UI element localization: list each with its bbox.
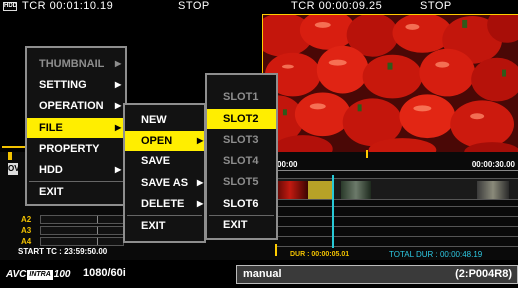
submenu-arrow-icon: ▶ [197,136,204,145]
menu-item-label: SLOT3 [223,134,259,146]
menu-item-file[interactable]: FILE ▶ [27,118,125,138]
menu-item-exit[interactable]: EXIT [207,215,276,235]
menu-item-new[interactable]: NEW [125,110,204,130]
right-timecode: TCR 00:00:09.25 [291,0,383,12]
menu-item-slot6[interactable]: SLOT6 [207,194,276,214]
menu-item-label: SAVE AS [141,177,189,189]
menu-item-setting[interactable]: SETTING ▶ [27,75,125,95]
audio-track[interactable] [40,215,124,224]
menu-item-label: SLOT2 [223,113,259,125]
menu-item-slot3[interactable]: SLOT3 [207,130,276,150]
clip-id: (2:P004R8) [455,268,512,280]
audio-track[interactable] [40,226,124,235]
menu-item-label: FILE [39,122,63,134]
track-divider [275,236,518,237]
menu-item-label: NEW [141,114,167,126]
timeline-clip-selected[interactable] [308,181,332,199]
menu-item-label: THUMBNAIL [39,58,105,70]
logo-num: 100 [53,269,71,280]
menu-item-label: OPEN [141,135,173,147]
submenu-arrow-icon: ▶ [197,199,204,208]
submenu-arrow-icon: ▶ [197,178,204,187]
timeline-ruler: 00:00 00:00:30.00 [275,158,518,171]
playhead-line[interactable] [332,175,334,248]
audio-track-label: A4 [21,237,32,246]
video-track[interactable] [275,178,518,200]
logo-intra: INTRA [27,269,53,280]
menu-item-hdd[interactable]: HDD ▶ [27,160,125,180]
menu-item-label: EXIT [223,219,248,231]
submenu-arrow-icon: ▶ [115,59,122,68]
audio-track[interactable] [40,237,124,246]
menu-item-thumbnail[interactable]: THUMBNAIL ▶ [27,54,125,74]
video-preview [262,14,518,156]
ruler-start-label: 00:00 [277,160,298,169]
menu-item-label: EXIT [39,186,64,198]
audio-track-label: A3 [21,226,32,235]
menu-item-label: SLOT4 [223,155,259,167]
in-point-line [275,244,277,256]
total-duration: TOTAL DUR : 00:00:48.19 [389,250,483,259]
menu-item-label: HDD [39,164,63,176]
menu-item-exit[interactable]: EXIT [27,182,125,202]
video-format: 1080/60i [83,267,126,279]
timeline-position-marker [366,150,368,158]
menu-item-label: SLOT1 [223,91,259,103]
top-status-bar: HDD TCR 00:01:10.19 STOP TCR 00:00:09.25… [0,0,518,13]
menu-item-delete[interactable]: DELETE ▶ [125,194,204,214]
menu-item-slot5[interactable]: SLOT5 [207,172,276,192]
right-status: STOP [420,0,452,12]
mode-label: manual [243,268,282,280]
menu-item-slot2[interactable]: SLOT2 [207,109,276,129]
timeline-clip[interactable] [341,181,371,199]
submenu-arrow-icon: ▶ [115,123,122,132]
submenu-arrow-icon: ▶ [115,80,122,89]
logo-avc: AVC [6,269,27,280]
menu-item-label: DELETE [141,198,185,210]
track-divider [275,226,518,227]
left-status: STOP [178,0,210,12]
left-timecode: TCR 00:01:10.19 [22,0,114,12]
avc-intra-logo: AVC INTRA 100 [6,267,94,282]
clip-duration: DUR : 00:00:05.01 [290,251,350,258]
file-submenu: NEW OPEN ▶ SAVE SAVE AS ▶ DELETE ▶ EXIT [123,103,206,243]
slot-submenu: SLOT1 SLOT2 SLOT3 SLOT4 SLOT5 SLOT6 EXIT [205,73,278,240]
ruler-end-label: 00:00:30.00 [471,160,515,169]
menu-item-open[interactable]: OPEN ▶ [125,131,204,151]
submenu-arrow-icon: ▶ [115,101,122,110]
track-divider [275,216,518,217]
menu-item-slot4[interactable]: SLOT4 [207,151,276,171]
main-menu: THUMBNAIL ▶ SETTING ▶ OPERATION ▶ FILE ▶… [25,46,127,206]
hdd-icon: HDD [3,2,17,11]
submenu-arrow-icon: ▶ [115,165,122,174]
menu-item-label: PROPERTY [39,143,100,155]
timeline-clip[interactable] [278,181,308,199]
menu-item-label: SLOT6 [223,198,259,210]
ov-track-tag: OV [8,163,20,175]
track-divider [275,206,518,207]
in-marker [8,152,12,160]
menu-item-property[interactable]: PROPERTY [27,139,125,159]
track-divider [275,246,518,247]
menu-item-label: SETTING [39,79,87,91]
menu-item-save-as[interactable]: SAVE AS ▶ [125,173,204,193]
menu-item-exit[interactable]: EXIT [125,216,204,236]
menu-item-operation[interactable]: OPERATION ▶ [27,96,125,116]
menu-item-label: SAVE [141,155,171,167]
info-bar: manual (2:P004R8) [236,265,518,284]
timeline-clip[interactable] [477,181,509,199]
menu-item-label: OPERATION [39,100,104,112]
menu-item-label: EXIT [141,220,166,232]
menu-item-save[interactable]: SAVE [125,151,204,171]
audio-track-label: A2 [21,215,32,224]
start-timecode: START TC : 23:59:50.00 [18,247,108,256]
peppers-image [263,15,518,156]
menu-item-label: SLOT5 [223,176,259,188]
menu-item-slot1[interactable]: SLOT1 [207,87,276,107]
